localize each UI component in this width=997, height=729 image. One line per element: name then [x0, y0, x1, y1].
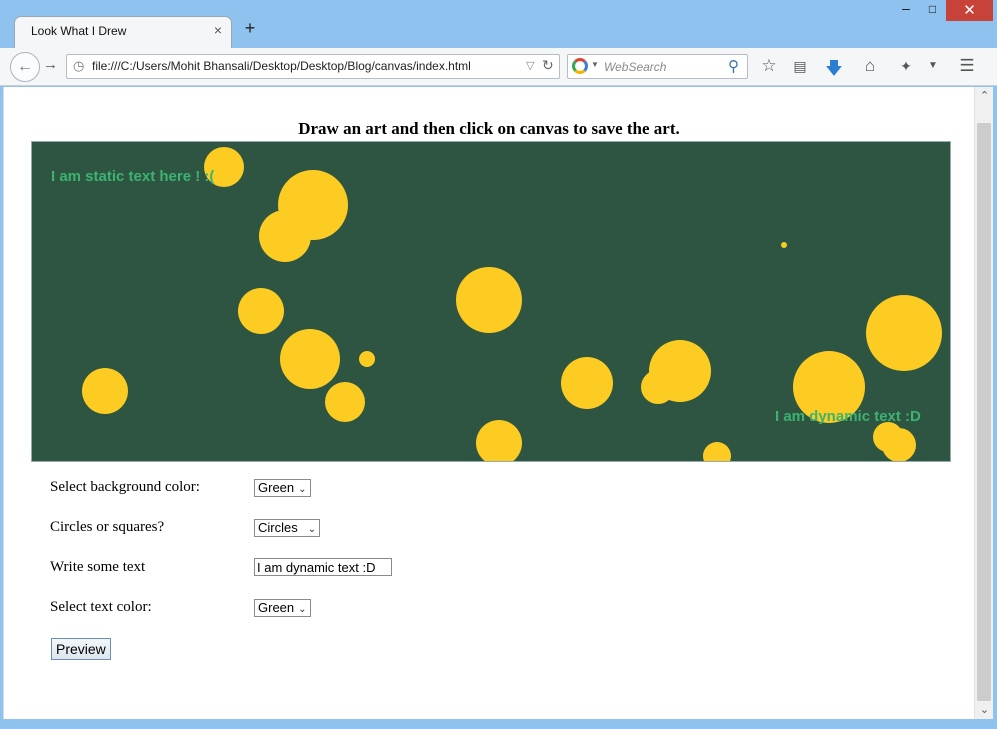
- canvas-circle: [325, 382, 365, 422]
- back-arrow-icon[interactable]: ←: [10, 52, 40, 82]
- bookmark-star-icon[interactable]: ☆: [758, 56, 780, 76]
- shape-label: Circles or squares?: [50, 519, 165, 535]
- preview-button[interactable]: Preview: [51, 638, 111, 660]
- search-input[interactable]: WebSearch: [604, 60, 666, 74]
- text-label: Write some text: [50, 559, 146, 575]
- scroll-up-icon[interactable]: ⌃: [975, 87, 994, 105]
- canvas-circle: [561, 357, 613, 409]
- text-color-select[interactable]: Green ⌄: [254, 599, 311, 617]
- extension-icon[interactable]: ✦: [895, 58, 917, 75]
- canvas-art[interactable]: I am static text here ! :( I am dynamic …: [32, 142, 950, 461]
- new-tab-button[interactable]: +: [241, 18, 259, 39]
- page-heading: Draw an art and then click on canvas to …: [298, 119, 680, 138]
- search-engine-caret-icon[interactable]: ▼: [591, 60, 599, 69]
- menu-icon[interactable]: ☰: [956, 56, 978, 76]
- canvas-circle: [280, 329, 340, 389]
- chevron-down-icon: ⌄: [298, 604, 307, 615]
- canvas-dynamic-text: I am dynamic text :D: [775, 408, 921, 425]
- search-icon[interactable]: ⚲: [728, 57, 739, 75]
- chevron-down-icon: ⌄: [307, 524, 317, 535]
- page-content: Draw an art and then click on canvas to …: [3, 87, 993, 719]
- maximize-button[interactable]: □: [919, 2, 946, 23]
- bg-color-select[interactable]: Green ⌄: [254, 479, 311, 497]
- bg-color-label: Select background color:: [50, 479, 200, 495]
- canvas-circle: [259, 210, 311, 262]
- text-color-label: Select text color:: [50, 599, 152, 615]
- canvas-circle: [866, 295, 942, 371]
- chevron-down-icon: ⌄: [298, 484, 307, 495]
- canvas-circle: [238, 288, 284, 334]
- canvas-circle: [476, 420, 522, 461]
- vertical-scrollbar[interactable]: ⌃ ⌄: [974, 87, 993, 719]
- tab-close-icon[interactable]: ×: [214, 22, 222, 38]
- canvas-circle: [882, 428, 916, 461]
- url-history-dropdown-icon[interactable]: ▽: [526, 59, 534, 72]
- scroll-thumb[interactable]: [977, 123, 991, 701]
- browser-tab[interactable]: Look What I Drew ×: [14, 16, 232, 48]
- title-bar: Look What I Drew × + – □ ✕: [0, 0, 997, 48]
- tab-title: Look What I Drew: [31, 24, 127, 38]
- forward-arrow-icon[interactable]: →: [43, 56, 58, 73]
- drawing-canvas[interactable]: I am static text here ! :( I am dynamic …: [31, 141, 951, 462]
- minimize-button[interactable]: –: [893, 0, 919, 21]
- canvas-circle: [649, 340, 711, 402]
- search-engine-icon[interactable]: [572, 58, 588, 74]
- navigation-bar: ← → ◷ file:///C:/Users/Mohit Bhansali/De…: [0, 48, 997, 86]
- scroll-down-icon[interactable]: ⌄: [975, 701, 994, 719]
- home-icon[interactable]: ⌂: [859, 56, 881, 76]
- canvas-circle: [82, 368, 128, 414]
- canvas-static-text: I am static text here ! :(: [51, 168, 214, 185]
- canvas-circle: [781, 242, 787, 248]
- text-input[interactable]: [254, 558, 392, 576]
- search-bar[interactable]: ▼ WebSearch ⚲: [567, 54, 748, 79]
- shape-value: Circles: [258, 520, 298, 535]
- close-window-button[interactable]: ✕: [946, 0, 993, 21]
- canvas-circle: [359, 351, 375, 367]
- canvas-circle: [703, 442, 731, 461]
- download-icon[interactable]: 🡇: [823, 56, 845, 85]
- text-color-value: Green: [258, 600, 295, 615]
- url-text[interactable]: file:///C:/Users/Mohit Bhansali/Desktop/…: [92, 59, 471, 73]
- canvas-circle: [456, 267, 522, 333]
- globe-icon: ◷: [73, 58, 85, 73]
- reload-icon[interactable]: ↻: [542, 57, 554, 74]
- address-bar[interactable]: ◷ file:///C:/Users/Mohit Bhansali/Deskto…: [66, 54, 560, 79]
- shape-select[interactable]: Circles ⌄: [254, 519, 321, 537]
- extension-dropdown-icon[interactable]: ▼: [922, 60, 944, 71]
- bg-color-value: Green: [258, 480, 295, 495]
- reading-list-icon[interactable]: ▤: [789, 58, 811, 75]
